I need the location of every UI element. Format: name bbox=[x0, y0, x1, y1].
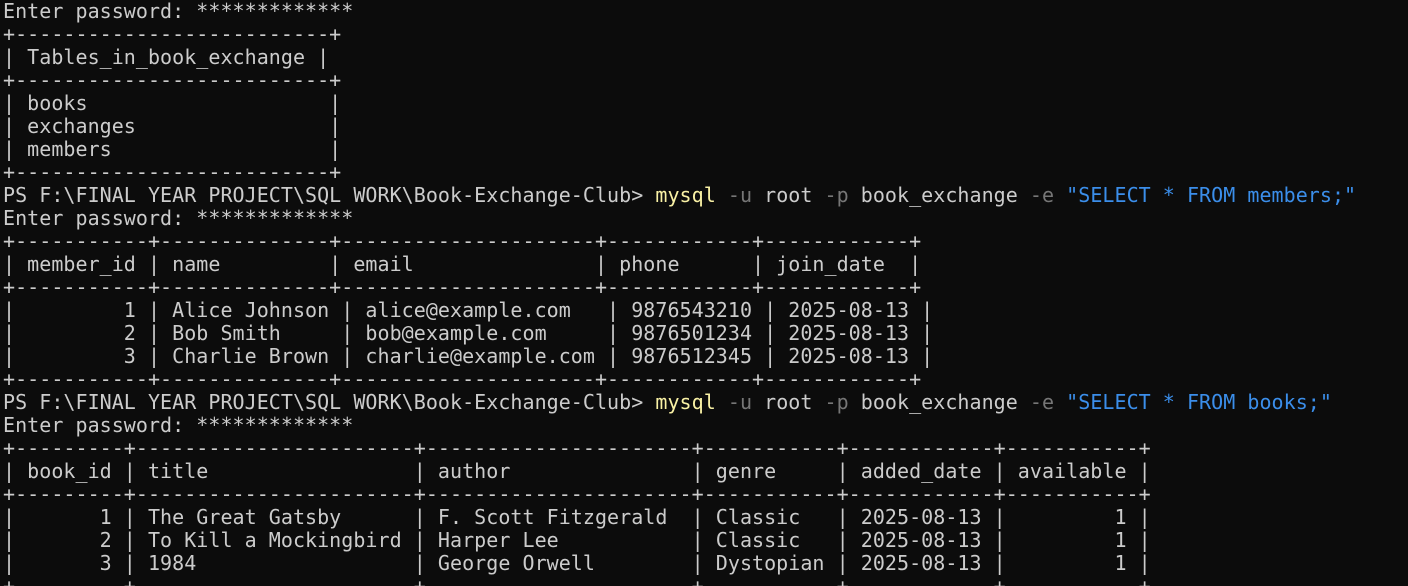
table-row: | 3 | Charlie Brown | charlie@example.co… bbox=[3, 344, 934, 368]
command-flag: -p bbox=[812, 183, 849, 207]
command-line-members: PS F:\FINAL YEAR PROJECT\SQL WORK\Book-E… bbox=[3, 184, 1356, 207]
tables-border-mid: +--------------------------+ bbox=[3, 68, 342, 92]
shell-prompt: PS F:\FINAL YEAR PROJECT\SQL WORK\Book-E… bbox=[3, 183, 656, 207]
tables-header: | Tables_in_book_exchange | bbox=[3, 45, 330, 69]
command-flag: -p bbox=[812, 390, 849, 414]
table-row: | 1 | Alice Johnson | alice@example.com … bbox=[3, 298, 934, 322]
password-prompt-line: Enter password: ************* bbox=[3, 413, 354, 437]
command-flag: -e bbox=[1017, 183, 1055, 207]
tables-border-top: +--------------------------+ bbox=[3, 22, 342, 46]
command-argument: book_exchange bbox=[848, 390, 1018, 414]
shell-prompt: PS F:\FINAL YEAR PROJECT\SQL WORK\Book-E… bbox=[3, 390, 656, 414]
terminal-window[interactable]: Enter password: ************* +---------… bbox=[0, 0, 1408, 586]
table-row: | exchanges | bbox=[3, 114, 342, 138]
command-query-string: "SELECT * FROM members;" bbox=[1054, 183, 1357, 207]
password-prompt-line: Enter password: ************* bbox=[3, 0, 354, 23]
command-flag: -u bbox=[715, 183, 753, 207]
members-header: | member_id | name | email | phone | joi… bbox=[3, 252, 922, 276]
books-border-bottom: +---------+-----------------------+-----… bbox=[3, 574, 1151, 586]
table-row: | 3 | 1984 | George Orwell | Dystopian |… bbox=[3, 551, 1151, 575]
table-row: | members | bbox=[3, 137, 342, 161]
command-query-string: "SELECT * FROM books;" bbox=[1054, 390, 1332, 414]
command-line-books: PS F:\FINAL YEAR PROJECT\SQL WORK\Book-E… bbox=[3, 391, 1332, 414]
tables-border-bottom: +--------------------------+ bbox=[3, 160, 342, 184]
books-border-mid: +---------+-----------------------+-----… bbox=[3, 482, 1151, 506]
password-prompt-line: Enter password: ************* bbox=[3, 206, 354, 230]
command-flag: -e bbox=[1017, 390, 1055, 414]
table-row: | books | bbox=[3, 91, 342, 115]
members-border-top: +-----------+--------------+------------… bbox=[3, 229, 922, 253]
members-border-mid: +-----------+--------------+------------… bbox=[3, 275, 922, 299]
command-executable: mysql bbox=[655, 183, 716, 207]
command-executable: mysql bbox=[655, 390, 716, 414]
table-row: | 2 | Bob Smith | bob@example.com | 9876… bbox=[3, 321, 934, 345]
members-border-bottom: +-----------+--------------+------------… bbox=[3, 367, 922, 391]
table-row: | 2 | To Kill a Mockingbird | Harper Lee… bbox=[3, 528, 1151, 552]
table-row: | 1 | The Great Gatsby | F. Scott Fitzge… bbox=[3, 505, 1151, 529]
command-argument: root bbox=[752, 183, 813, 207]
command-argument: book_exchange bbox=[848, 183, 1018, 207]
books-border-top: +---------+-----------------------+-----… bbox=[3, 436, 1151, 460]
books-header: | book_id | title | author | genre | add… bbox=[3, 459, 1151, 483]
command-flag: -u bbox=[715, 390, 753, 414]
command-argument: root bbox=[752, 390, 813, 414]
